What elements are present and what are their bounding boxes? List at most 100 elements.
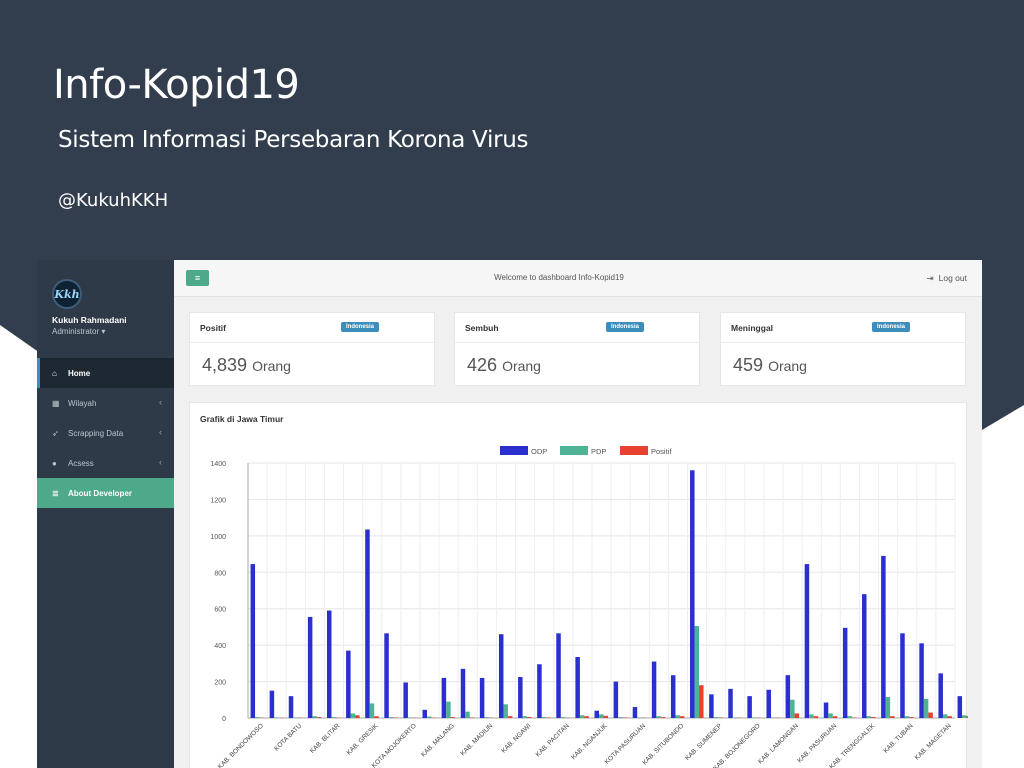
bar-odp — [460, 668, 466, 718]
bar-positif — [393, 717, 398, 718]
x-tick-label: KAB. NGAWI — [500, 722, 532, 754]
bar-positif — [909, 717, 914, 718]
x-tick-label: KOTA PASURUAN — [604, 722, 648, 766]
hero-handle: @KukuhKKH — [58, 190, 169, 211]
sidebar-item-about-developer[interactable]: ≣ About Developer — [37, 478, 174, 508]
legend-swatch — [560, 446, 588, 455]
bar-odp — [365, 529, 370, 718]
region-badge: Indonesia — [606, 322, 645, 332]
bar-pdp — [809, 714, 814, 718]
y-tick-label: 0 — [222, 716, 226, 723]
bar-pdp — [465, 711, 470, 718]
card-header: Positif Indonesia — [190, 313, 434, 343]
card-value: 459 Orang — [733, 355, 807, 376]
bar-odp — [785, 675, 791, 718]
card-header: Sembuh Indonesia — [455, 313, 699, 343]
card-value: 4,839 Orang — [202, 355, 291, 376]
card-unit: Orang — [502, 358, 541, 374]
bar-odp — [613, 681, 619, 718]
bar-odp — [594, 710, 599, 718]
sidebar-menu: ⌂ Home ▦ Wilayah ‹ ➶ Scrapping Data ‹ ● … — [37, 358, 174, 508]
bar-pdp — [560, 717, 566, 718]
avatar[interactable]: Kkh — [52, 279, 82, 309]
bar-odp — [919, 643, 924, 718]
bar-positif — [890, 716, 895, 718]
logout-link[interactable]: ⇥ Log out — [927, 273, 968, 284]
x-tick-label: KAB. BLITAR — [309, 722, 342, 755]
bar-pdp — [446, 701, 451, 718]
bar-positif — [679, 716, 685, 718]
bar-odp — [709, 694, 714, 718]
bar-odp — [957, 696, 963, 718]
bar-odp — [632, 707, 638, 718]
card-unit: Orang — [252, 358, 291, 374]
bar-odp — [326, 610, 332, 718]
x-tick-label: KAB. GRESIK — [346, 722, 381, 757]
bar-positif — [507, 716, 513, 718]
bar-pdp — [847, 716, 852, 718]
bar-odp — [842, 627, 848, 718]
sign-out-icon: ⇥ — [926, 273, 934, 283]
bar-positif — [660, 717, 666, 718]
card-title: Sembuh — [465, 323, 499, 333]
sidebar-item-scrapping-data[interactable]: ➶ Scrapping Data ‹ — [37, 418, 174, 448]
positif-card: Positif Indonesia 4,839 Orang — [189, 312, 435, 386]
legend-swatch — [500, 446, 528, 455]
user-icon: ● — [52, 458, 57, 468]
user-name: Kukuh Rahmadani — [52, 315, 127, 325]
sidebar: Kkh Kukuh Rahmadani Administrator ▾ ⌂ Ho… — [37, 260, 174, 768]
x-tick-label: KAB. MAGETAN — [914, 722, 953, 761]
bar-odp — [498, 634, 504, 718]
bar-odp — [518, 677, 523, 718]
sidebar-item-wilayah[interactable]: ▦ Wilayah ‹ — [37, 388, 174, 418]
bar-pdp — [790, 699, 795, 718]
chevron-left-icon: ‹ — [159, 397, 162, 407]
bar-positif — [832, 716, 838, 718]
chevron-left-icon: ‹ — [159, 457, 162, 467]
hero-title: Info-Kopid19 — [53, 62, 300, 108]
legend-label: ODP — [531, 447, 547, 456]
bar-odp — [384, 633, 389, 718]
bar-pdp — [369, 703, 375, 718]
bar-positif — [603, 715, 608, 718]
bar-pdp — [503, 704, 508, 718]
bar-odp — [269, 690, 275, 718]
bar-pdp — [255, 717, 260, 718]
bar-pdp — [599, 714, 604, 718]
bar-positif — [718, 717, 723, 718]
bar-pdp — [522, 716, 528, 718]
bar-odp — [307, 616, 313, 718]
user-role-dropdown[interactable]: Administrator ▾ — [52, 327, 105, 336]
y-tick-label: 1000 — [210, 534, 226, 541]
user-role-label: Administrator — [52, 327, 100, 336]
x-tick-label: KAB. PASURUAN — [796, 722, 838, 764]
x-tick-label: KAB. BONDOWOSO — [217, 722, 265, 768]
bar-odp — [747, 696, 752, 718]
bar-positif — [527, 717, 532, 718]
bar-odp — [537, 664, 542, 718]
x-tick-label: KAB. MALANG — [420, 722, 456, 758]
user-panel: Kkh Kukuh Rahmadani Administrator ▾ — [37, 260, 174, 358]
bar-odp — [288, 696, 294, 718]
bar-pdp — [427, 716, 432, 718]
bar-pdp — [579, 715, 585, 718]
bar-positif — [813, 716, 819, 718]
bar-pdp — [866, 716, 872, 718]
background-shape-left — [0, 325, 40, 768]
x-tick-label: KAB. TUBAN — [882, 722, 914, 754]
meninggal-card: Meninggal Indonesia 459 Orang — [720, 312, 966, 386]
sidebar-item-home[interactable]: ⌂ Home — [37, 358, 174, 388]
sidebar-item-acsess[interactable]: ● Acsess ‹ — [37, 448, 174, 478]
legend-swatch — [620, 446, 648, 455]
chart-panel: Grafik di Jawa Timur 0 200 400 600 800 1000 12… — [189, 402, 968, 768]
bar-positif — [355, 715, 360, 718]
bar-odp — [938, 673, 943, 718]
x-tick-label: KAB. MADIUN — [459, 722, 494, 757]
bar-pdp — [962, 715, 967, 718]
bar-odp — [556, 633, 561, 718]
top-navbar: ≡ Welcome to dashboard Info-Kopid19 ⇥ Log… — [174, 260, 982, 297]
bar-pdp — [713, 717, 719, 718]
bar-odp — [651, 661, 657, 718]
sidebar-item-label: Acsess — [68, 458, 94, 468]
y-tick-label: 1400 — [210, 461, 226, 468]
